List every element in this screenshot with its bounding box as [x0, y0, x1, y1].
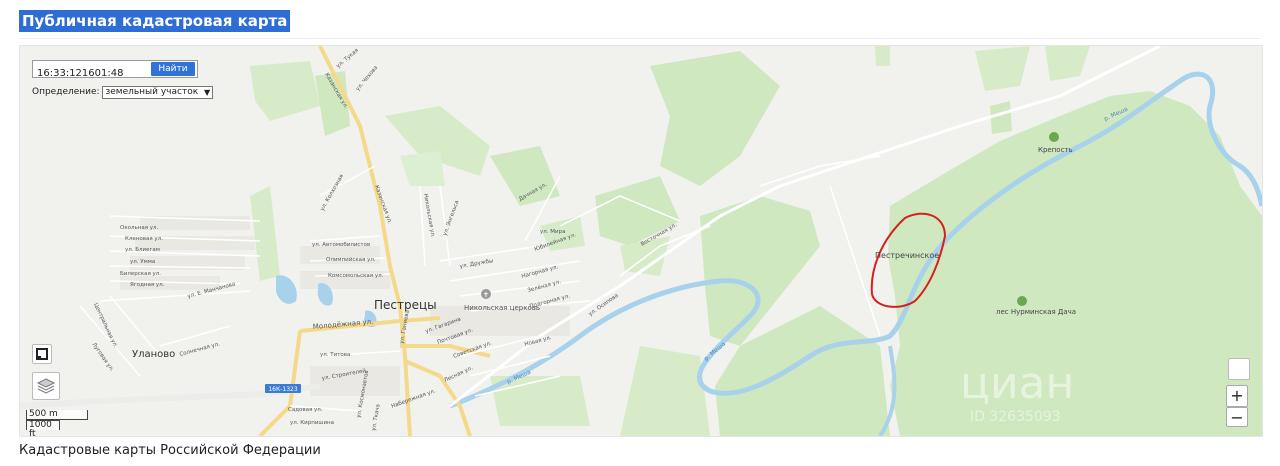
title-divider [19, 38, 1261, 39]
street-label: Ягодная ул. [130, 282, 165, 288]
street-label: Окольная ул. [120, 225, 159, 231]
search-button[interactable]: Найти [151, 62, 195, 76]
cadastral-number-input[interactable] [33, 65, 151, 82]
watermark-id: ID 32635093 [970, 409, 1061, 425]
street-label: Комсомольская ул. [328, 273, 384, 279]
street-label: ул. Кирпишина [290, 420, 334, 426]
place-ulanovo: Уланово [132, 349, 175, 360]
chevron-down-icon: ▼ [204, 88, 211, 97]
fullscreen-icon [36, 348, 48, 360]
layers-button[interactable] [32, 372, 60, 400]
scale-bar: 500 m 1000 ft [26, 410, 88, 436]
map-canvas[interactable]: 16К-1323 ✝ Пестрецы Уланово Пестречинско… [20, 46, 1262, 436]
street-label: ул. Титова [320, 352, 350, 358]
definition-selected-value: земельный участок [105, 87, 199, 97]
church-icon: ✝ [483, 291, 489, 299]
cadastral-search: Найти [32, 60, 198, 82]
street-label: Олимпийская ул. [326, 256, 376, 263]
map-option-button[interactable] [1228, 358, 1250, 380]
street-label: Садовая ул. [288, 407, 323, 413]
zoom-in-button[interactable]: + [1226, 385, 1248, 407]
street-label: Кленовая ул. [125, 236, 163, 242]
street-label: ул. Умма [130, 259, 155, 265]
definition-label: Определение: [32, 87, 100, 97]
page-title: Публичная кадастровая карта [19, 10, 291, 32]
section-heading: Кадастровые карты Российской Федерации [19, 443, 321, 458]
watermark-logo-text: циан [960, 358, 1074, 409]
street-label: ул. Блиегам [125, 247, 160, 253]
street-label: ул. Автомобилистов [312, 242, 370, 248]
street-label: ул. Мира [540, 229, 565, 235]
definition-select[interactable]: земельный участок ▼ [102, 86, 214, 99]
place-pestrechinskoe: Пестречинское [875, 251, 939, 260]
street-label: Билерская ул. [120, 271, 161, 277]
cadastral-map[interactable]: 16К-1323 ✝ Пестрецы Уланово Пестречинско… [19, 45, 1263, 437]
definition-control: Определение: земельный участок ▼ [32, 86, 214, 99]
scale-metric: 500 m [26, 410, 88, 420]
road-badge: 16К-1323 [268, 386, 298, 393]
place-les: лес Нурминская Дача [996, 308, 1076, 316]
zoom-out-button[interactable]: − [1226, 407, 1248, 427]
watermark: циан ID 32635093 [960, 358, 1074, 425]
place-krepost: Крепость [1038, 146, 1073, 154]
fullscreen-button[interactable] [32, 344, 52, 364]
scale-imperial: 1000 ft [26, 420, 60, 436]
layers-icon [36, 378, 56, 394]
